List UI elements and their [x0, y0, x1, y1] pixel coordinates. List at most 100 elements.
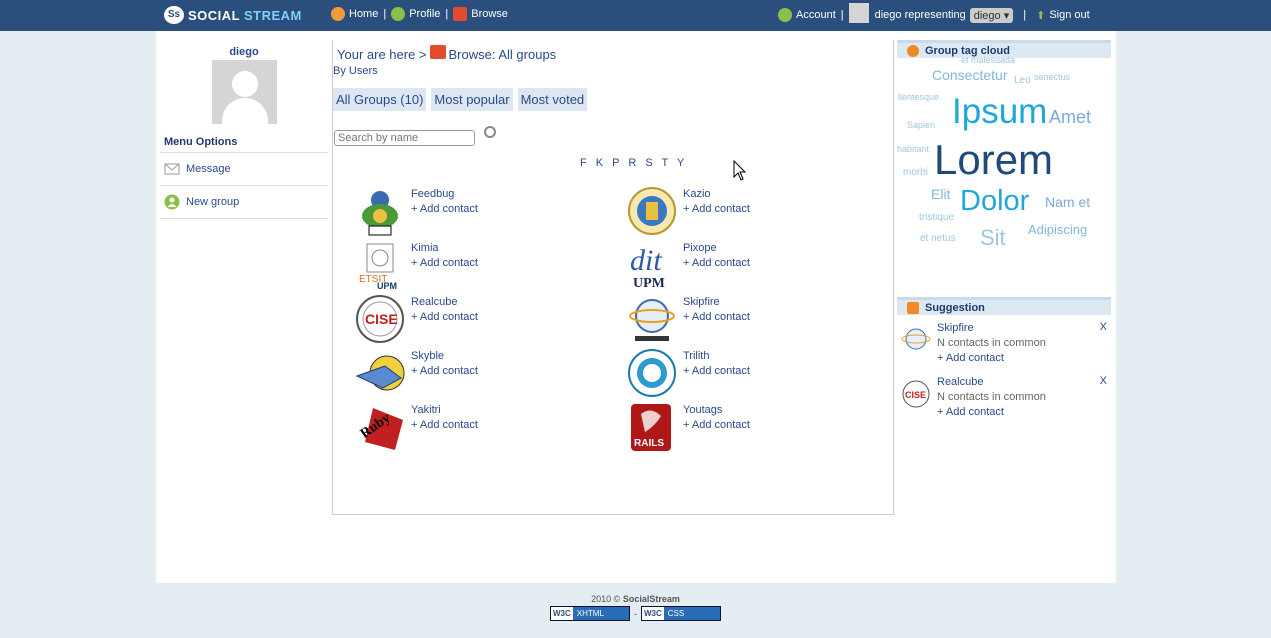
group-logo-kazio[interactable]	[627, 186, 677, 236]
realcube-logo[interactable]: CISE	[901, 379, 931, 409]
group-name[interactable]: Feedbug	[411, 187, 478, 202]
group-name[interactable]: Trilith	[683, 349, 750, 364]
tag-link[interactable]: tristique	[919, 212, 954, 223]
group-logo-realcube[interactable]: CISE	[355, 294, 405, 344]
group-name[interactable]: Yakitri	[411, 403, 478, 418]
add-contact-link[interactable]: + Add contact	[411, 256, 478, 271]
group-name[interactable]: Kimia	[411, 241, 478, 256]
skipfire-logo[interactable]	[901, 325, 931, 355]
group-name[interactable]: Kazio	[683, 187, 750, 202]
css-badge[interactable]: W3C CSS	[641, 606, 721, 621]
group-name[interactable]: Skipfire	[683, 295, 750, 310]
tag-link[interactable]: Dolor	[960, 185, 1029, 218]
add-contact-link[interactable]: + Add contact	[411, 202, 478, 217]
group-name[interactable]: Youtags	[683, 403, 750, 418]
group-logo-pixope[interactable]: dit UPM	[627, 240, 677, 290]
add-contact-link[interactable]: + Add contact	[937, 405, 1046, 420]
tag-link[interactable]: Sapien	[907, 120, 935, 130]
by-users-link[interactable]: By Users	[333, 65, 378, 77]
nav-home[interactable]: Home	[349, 8, 378, 20]
group-logo-yakitri[interactable]: Ruby	[355, 402, 405, 452]
nav-account[interactable]: Account	[796, 9, 836, 21]
tag-link[interactable]: et netus	[920, 233, 956, 244]
profile-avatar[interactable]	[211, 60, 277, 124]
list-item: RAILS Youtags + Add contact	[627, 402, 750, 452]
list-item: dit UPM Pixope + Add contact	[627, 240, 750, 290]
add-contact-link[interactable]: + Add contact	[411, 418, 478, 433]
letter-index[interactable]: F K P R S T Y	[580, 157, 687, 169]
tag-link[interactable]: llentesque	[898, 92, 939, 102]
list-item: ETSIT UPM Kimia + Add contact	[355, 240, 478, 290]
tag-link[interactable]: Elit	[931, 186, 950, 202]
close-icon[interactable]: X	[1100, 321, 1107, 333]
tag-link[interactable]: Sit	[980, 225, 1006, 251]
logo[interactable]: Ss SOCIAL STREAM	[164, 6, 302, 24]
add-contact-link[interactable]: + Add contact	[937, 351, 1046, 366]
xhtml-badge[interactable]: W3C XHTML	[550, 606, 630, 621]
home-icon	[331, 7, 345, 21]
suggestion-item: Skipfire N contacts in common + Add cont…	[897, 315, 1111, 369]
list-item: Feedbug + Add contact	[355, 186, 478, 236]
search-icon[interactable]	[484, 126, 496, 138]
main-nav: Home | Profile | Browse	[331, 7, 508, 21]
list-item: CISE Realcube + Add contact	[355, 294, 478, 344]
add-contact-link[interactable]: + Add contact	[683, 310, 750, 325]
skipfire-logo	[629, 299, 675, 341]
kimia-logo: ETSITUPM	[359, 243, 397, 290]
suggestion-name[interactable]: Skipfire	[937, 321, 1046, 336]
breadcrumb: Your are here > Browse: All groups	[337, 44, 557, 62]
add-contact-link[interactable]: + Add contact	[411, 364, 478, 379]
tag-link[interactable]: Adipiscing	[1028, 222, 1087, 237]
w3c-mark: W3C	[642, 607, 664, 620]
suggestion-icon	[907, 301, 919, 314]
group-logo-kimia[interactable]: ETSIT UPM	[355, 240, 405, 290]
menu-item-message[interactable]: Message	[160, 153, 328, 186]
user-nav: Account | diego representing diego ▾ | ⬆…	[778, 3, 1090, 23]
add-contact-link[interactable]: + Add contact	[411, 310, 478, 325]
group-logo-feedbug[interactable]	[355, 186, 405, 236]
add-contact-link[interactable]: + Add contact	[683, 364, 750, 379]
group-logo-skipfire[interactable]	[627, 294, 677, 344]
user-representing: diego representing	[874, 9, 966, 21]
suggestion-title: Suggestion	[925, 301, 985, 314]
xhtml-label: XHTML	[576, 609, 604, 618]
nav-browse[interactable]: Browse	[471, 8, 508, 20]
tag-link[interactable]: Ipsum	[952, 92, 1047, 132]
tag-link[interactable]: Amet	[1049, 107, 1091, 128]
tab-most-popular[interactable]: Most popular	[431, 88, 513, 111]
representing-select[interactable]: diego ▾	[969, 7, 1014, 23]
right-sidebar: Group tag cloud et malesuada Consectetur…	[897, 40, 1111, 423]
close-icon[interactable]: X	[1100, 375, 1107, 387]
group-logo-skyble[interactable]	[355, 348, 405, 398]
top-bar: Ss SOCIAL STREAM Home | Profile | Browse…	[0, 0, 1271, 31]
tag-link[interactable]: habitant	[897, 144, 929, 154]
tag-link[interactable]: morbi	[903, 167, 928, 178]
tab-most-voted[interactable]: Most voted	[517, 88, 588, 111]
tag-link[interactable]: Consectetur	[932, 67, 1007, 83]
pixope-logo: ditUPM	[630, 244, 665, 290]
nav-profile[interactable]: Profile	[409, 8, 440, 20]
add-contact-link[interactable]: + Add contact	[683, 202, 750, 217]
tag-link[interactable]: senectus	[1034, 72, 1070, 82]
sidebar-username[interactable]: diego	[160, 46, 328, 58]
add-contact-link[interactable]: + Add contact	[683, 256, 750, 271]
suggestion-header: Suggestion	[897, 297, 1111, 315]
search-input[interactable]	[334, 130, 475, 146]
tag-link[interactable]: et malesuada	[961, 55, 1015, 65]
tag-link[interactable]: Leo	[1014, 75, 1031, 86]
group-name[interactable]: Skyble	[411, 349, 478, 364]
avatar[interactable]	[848, 3, 869, 23]
add-contact-link[interactable]: + Add contact	[683, 418, 750, 433]
skyble-logo	[355, 355, 405, 391]
group-logo-trilith[interactable]	[627, 348, 677, 398]
tag-link[interactable]: Lorem	[934, 136, 1053, 184]
nav-signout[interactable]: Sign out	[1049, 9, 1089, 21]
menu-item-new-group[interactable]: New group	[160, 186, 328, 219]
breadcrumb-current[interactable]: Browse: All groups	[449, 47, 557, 62]
tab-all-groups[interactable]: All Groups (10)	[333, 88, 427, 111]
suggestion-name[interactable]: Realcube	[937, 375, 1046, 390]
group-name[interactable]: Pixope	[683, 241, 750, 256]
group-logo-youtags[interactable]: RAILS	[627, 402, 677, 452]
group-name[interactable]: Realcube	[411, 295, 478, 310]
tag-link[interactable]: Nam et	[1045, 194, 1090, 210]
